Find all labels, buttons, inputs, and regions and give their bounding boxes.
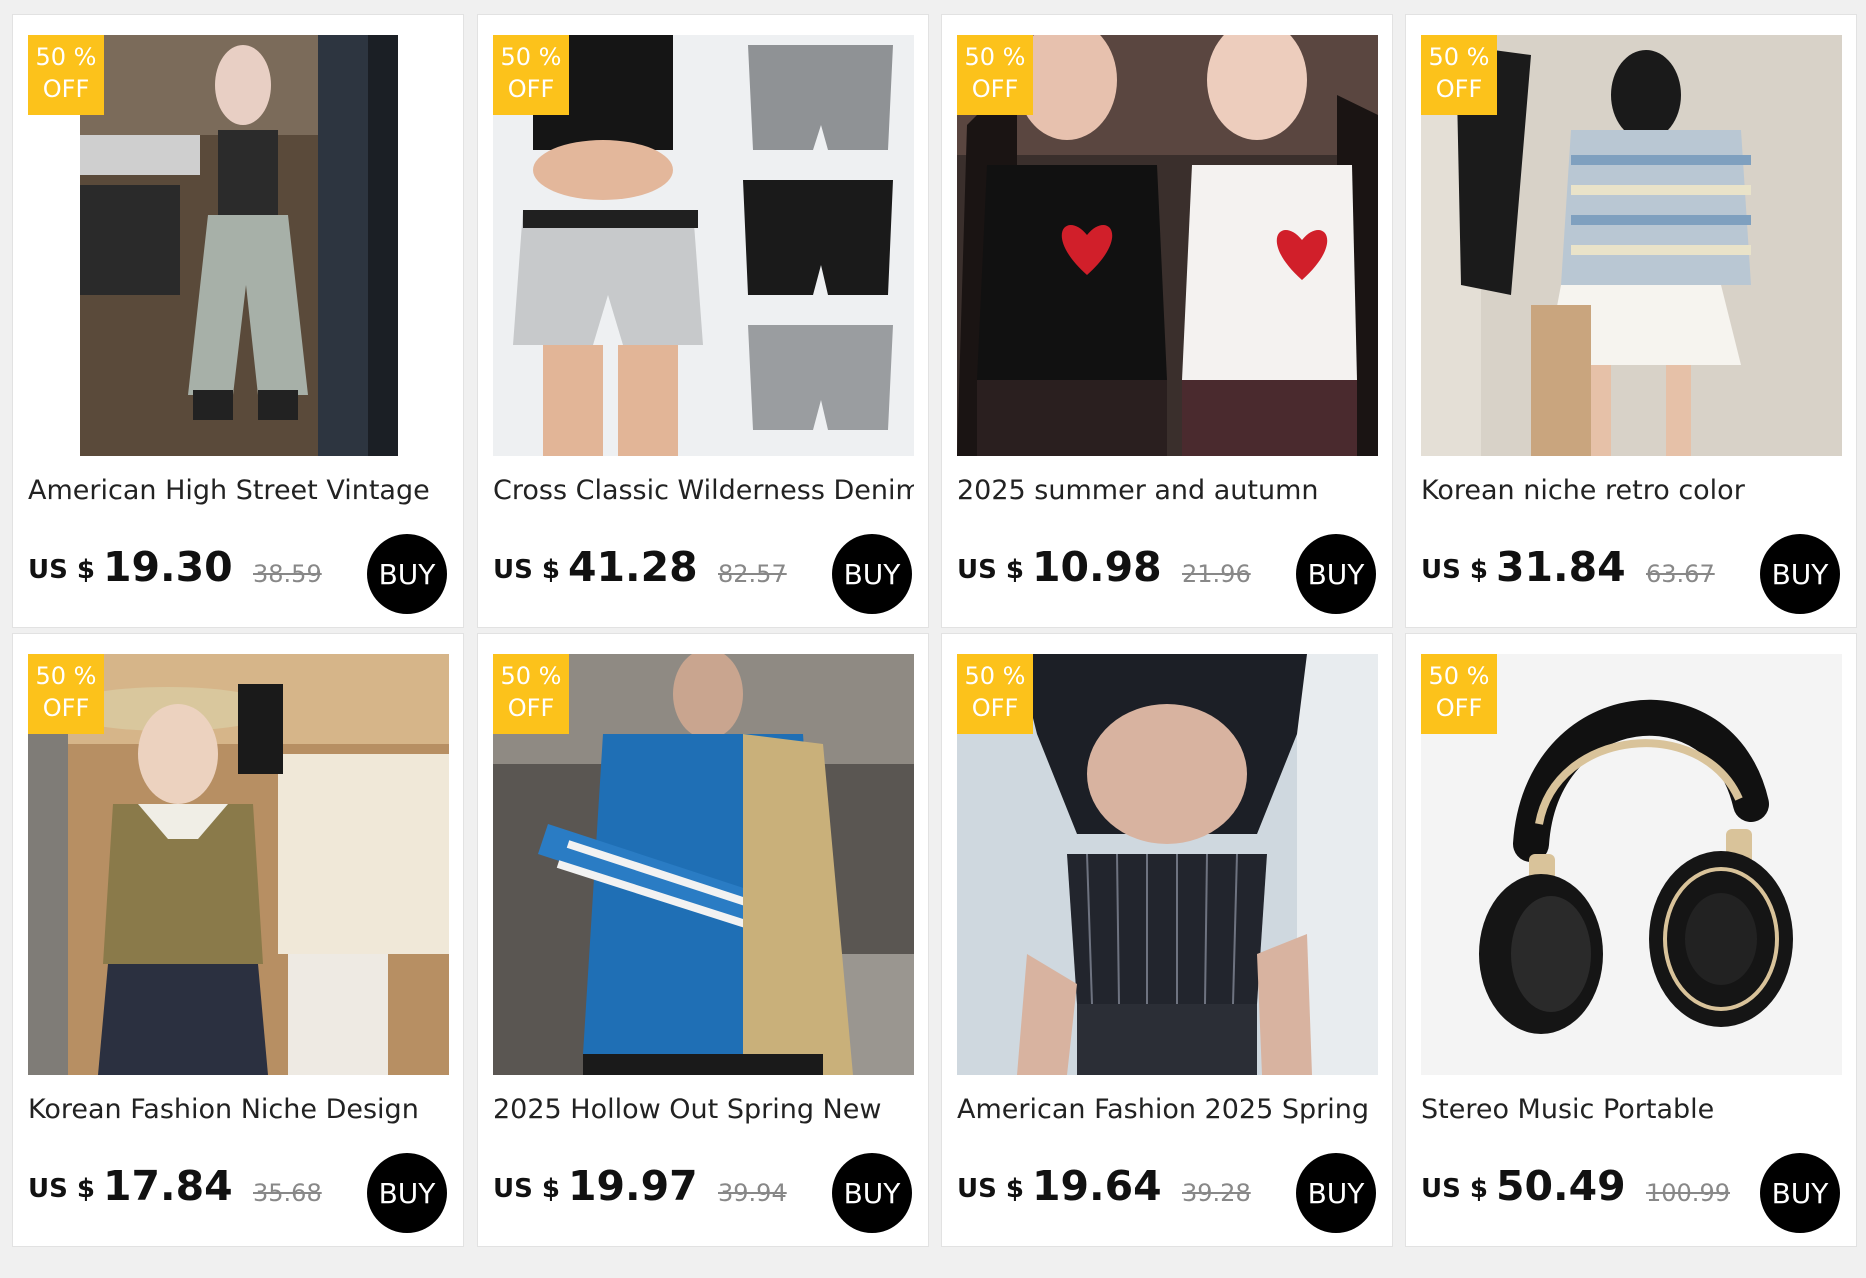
product-card[interactable]: 50 % OFF Cross Classic Wilderness Denim … (477, 14, 929, 628)
sale-price: 19.30 (103, 543, 233, 591)
sale-price: 31.84 (1496, 543, 1626, 591)
product-card[interactable]: 50 % OFF Stereo Music Portable US $ 50.4… (1405, 633, 1857, 1247)
discount-percent: 50 % (964, 662, 1026, 690)
original-price: 39.28 (1182, 1179, 1251, 1207)
product-card[interactable]: 50 % OFF Korean niche retro color US $ 3… (1405, 14, 1857, 628)
buy-button[interactable]: BUY (1760, 1153, 1840, 1233)
product-title[interactable]: Korean niche retro color (1421, 475, 1842, 506)
sale-price: 41.28 (568, 543, 698, 591)
buy-button[interactable]: BUY (832, 534, 912, 614)
discount-percent: 50 % (500, 662, 562, 690)
discount-badge: 50 % OFF (957, 654, 1033, 734)
discount-off-label: OFF (507, 694, 555, 722)
product-card[interactable]: 50 % OFF 2025 summer and autumn US $ 10.… (941, 14, 1393, 628)
discount-percent: 50 % (35, 43, 97, 71)
sale-price: 17.84 (103, 1162, 233, 1210)
discount-badge: 50 % OFF (28, 654, 104, 734)
discount-off-label: OFF (1435, 694, 1483, 722)
discount-off-label: OFF (971, 694, 1019, 722)
discount-percent: 50 % (964, 43, 1026, 71)
discount-badge: 50 % OFF (28, 35, 104, 115)
product-title[interactable]: 2025 Hollow Out Spring New (493, 1094, 914, 1125)
buy-button[interactable]: BUY (1296, 534, 1376, 614)
product-card[interactable]: 50 % OFF 2025 Hollow Out Spring New US $… (477, 633, 929, 1247)
buy-button[interactable]: BUY (1760, 534, 1840, 614)
currency-label: US $ (957, 1174, 1024, 1204)
buy-button[interactable]: BUY (367, 534, 447, 614)
original-price: 39.94 (718, 1179, 787, 1207)
discount-off-label: OFF (971, 75, 1019, 103)
original-price: 21.96 (1182, 560, 1251, 588)
original-price: 63.67 (1646, 560, 1715, 588)
product-title[interactable]: 2025 summer and autumn (957, 475, 1378, 506)
currency-label: US $ (957, 555, 1024, 585)
discount-percent: 50 % (1428, 43, 1490, 71)
original-price: 35.68 (253, 1179, 322, 1207)
discount-badge: 50 % OFF (493, 35, 569, 115)
buy-button[interactable]: BUY (832, 1153, 912, 1233)
currency-label: US $ (28, 1174, 95, 1204)
product-card[interactable]: 50 % OFF Korean Fashion Niche Design US … (12, 633, 464, 1247)
discount-off-label: OFF (1435, 75, 1483, 103)
currency-label: US $ (1421, 555, 1488, 585)
sale-price: 50.49 (1496, 1162, 1626, 1210)
buy-button[interactable]: BUY (1296, 1153, 1376, 1233)
product-title[interactable]: Stereo Music Portable (1421, 1094, 1842, 1125)
currency-label: US $ (28, 555, 95, 585)
sale-price: 19.64 (1032, 1162, 1162, 1210)
product-card[interactable]: 50 % OFF American High Street Vintage US… (12, 14, 464, 628)
product-title[interactable]: American High Street Vintage (28, 475, 449, 506)
discount-badge: 50 % OFF (493, 654, 569, 734)
product-grid: 50 % OFF American High Street Vintage US… (0, 0, 1866, 1278)
discount-off-label: OFF (42, 694, 90, 722)
discount-badge: 50 % OFF (1421, 35, 1497, 115)
original-price: 100.99 (1646, 1179, 1730, 1207)
currency-label: US $ (493, 1174, 560, 1204)
discount-badge: 50 % OFF (1421, 654, 1497, 734)
product-card[interactable]: 50 % OFF American Fashion 2025 Spring US… (941, 633, 1393, 1247)
currency-label: US $ (493, 555, 560, 585)
discount-off-label: OFF (42, 75, 90, 103)
original-price: 82.57 (718, 560, 787, 588)
currency-label: US $ (1421, 1174, 1488, 1204)
discount-badge: 50 % OFF (957, 35, 1033, 115)
product-title[interactable]: Cross Classic Wilderness Denim (493, 475, 914, 506)
sale-price: 19.97 (568, 1162, 698, 1210)
discount-off-label: OFF (507, 75, 555, 103)
sale-price: 10.98 (1032, 543, 1162, 591)
original-price: 38.59 (253, 560, 322, 588)
buy-button[interactable]: BUY (367, 1153, 447, 1233)
discount-percent: 50 % (500, 43, 562, 71)
discount-percent: 50 % (1428, 662, 1490, 690)
product-title[interactable]: American Fashion 2025 Spring (957, 1094, 1378, 1125)
discount-percent: 50 % (35, 662, 97, 690)
product-title[interactable]: Korean Fashion Niche Design (28, 1094, 449, 1125)
